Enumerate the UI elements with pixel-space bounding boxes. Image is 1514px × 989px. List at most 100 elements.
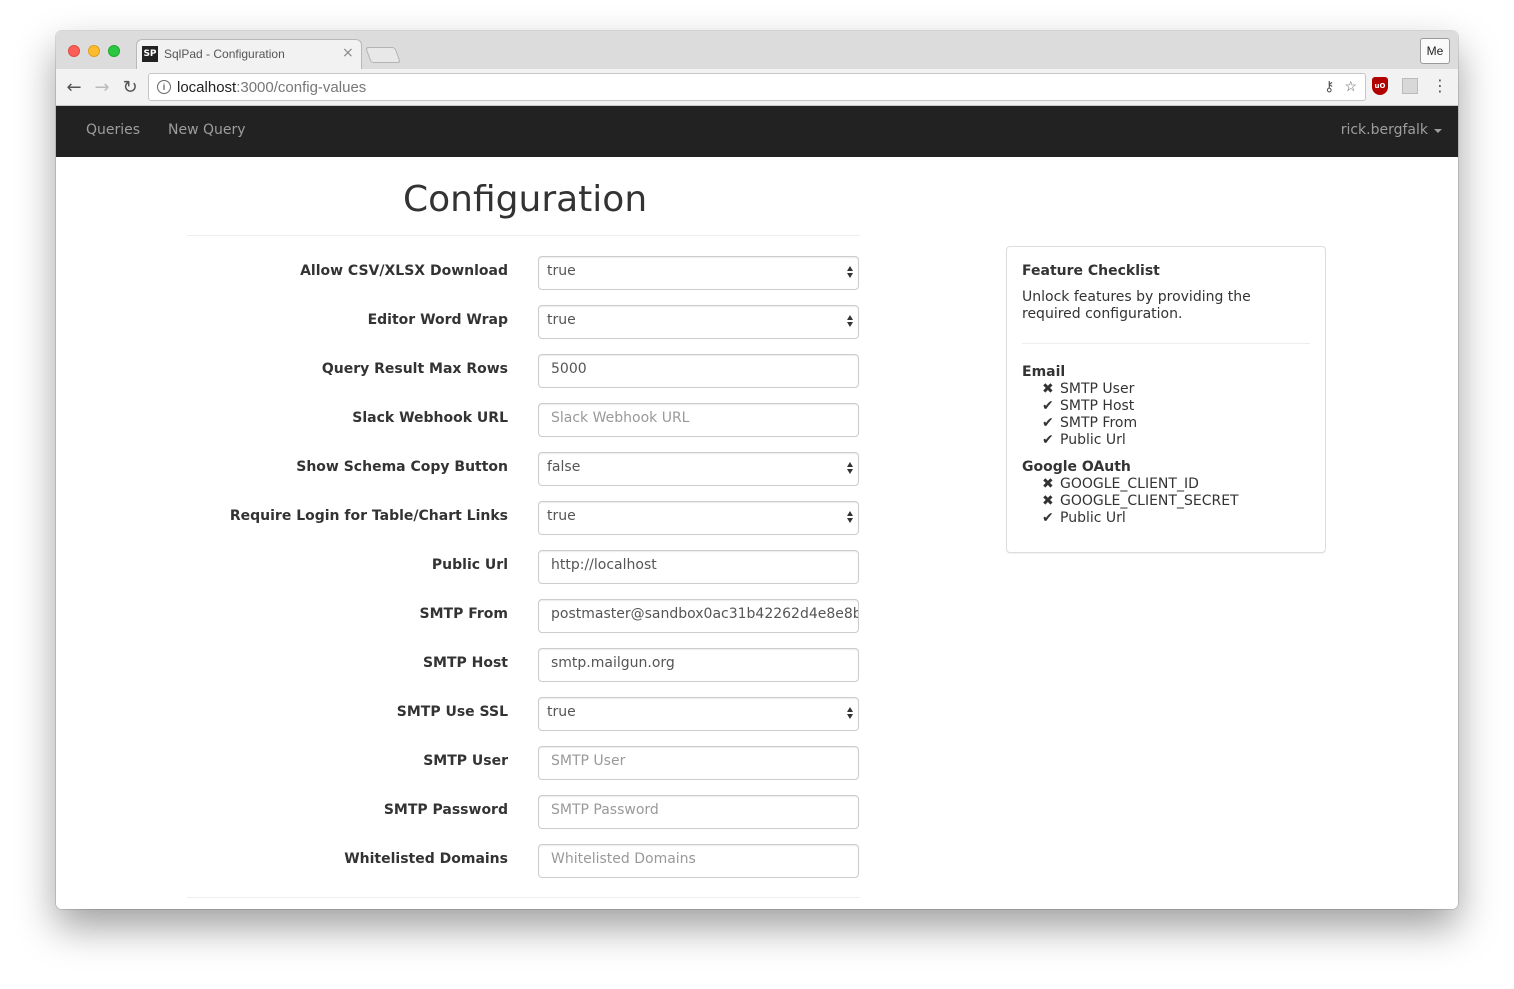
form-row: SMTP From postmaster@sandbox0ac31b42262d4… bbox=[56, 599, 876, 633]
tab-content: SP SqlPad - Configuration bbox=[142, 43, 285, 65]
form-label: SMTP Use SSL bbox=[396, 704, 508, 720]
select-arrows-icon bbox=[847, 462, 853, 474]
input-value: postmaster@sandbox0ac31b42262d4e8e8b bbox=[551, 606, 859, 622]
allow-csv-xlsx-download-select[interactable]: true bbox=[538, 256, 859, 290]
select-arrows-icon bbox=[847, 511, 853, 523]
editor-word-wrap-select[interactable]: true bbox=[538, 305, 859, 339]
form-row: SMTP Password SMTP Password bbox=[56, 795, 876, 829]
form-label: SMTP Password bbox=[383, 802, 508, 818]
user-menu[interactable]: rick.bergfalk bbox=[1341, 122, 1442, 138]
show-schema-copy-button-select[interactable]: false bbox=[538, 452, 859, 486]
smtp-use-ssl-select[interactable]: true bbox=[538, 697, 859, 731]
checkmark-icon: ✔ bbox=[1042, 432, 1054, 448]
checkmark-icon: ✔ bbox=[1042, 510, 1054, 526]
checklist-item: ✔ Public Url bbox=[1022, 510, 1310, 527]
profile-button[interactable]: Me bbox=[1420, 38, 1450, 64]
checklist-item-label: GOOGLE_CLIENT_SECRET bbox=[1060, 493, 1239, 509]
close-window-button[interactable] bbox=[68, 45, 80, 57]
form-label: Slack Webhook URL bbox=[352, 410, 508, 426]
page-title: Configuration bbox=[403, 179, 648, 220]
slack-webhook-url-input[interactable]: Slack Webhook URL bbox=[538, 403, 859, 437]
form-label: Editor Word Wrap bbox=[367, 312, 508, 328]
select-value: true bbox=[547, 704, 576, 720]
form-row: Editor Word Wrap true bbox=[56, 305, 876, 339]
checkmark-icon: ✔ bbox=[1042, 398, 1054, 414]
checklist-item: ✖ SMTP User bbox=[1022, 381, 1310, 398]
caret-down-icon bbox=[1434, 129, 1442, 133]
require-login-for-table-chart-links-select[interactable]: true bbox=[538, 501, 859, 535]
smtp-from-input[interactable]: postmaster@sandbox0ac31b42262d4e8e8b bbox=[538, 599, 859, 633]
select-arrows-icon bbox=[847, 707, 853, 719]
new-tab-button[interactable] bbox=[365, 47, 401, 63]
user-name: rick.bergfalk bbox=[1340, 122, 1428, 138]
cross-icon: ✖ bbox=[1042, 476, 1054, 492]
select-value: true bbox=[547, 508, 576, 524]
form-label: SMTP User bbox=[423, 753, 508, 769]
forward-arrow-icon[interactable]: → bbox=[91, 76, 113, 98]
extension-icons: uO ⋮ bbox=[1372, 77, 1448, 95]
input-placeholder: SMTP User bbox=[551, 753, 626, 769]
divider bbox=[187, 235, 860, 236]
form-row: SMTP Use SSL true bbox=[56, 697, 876, 731]
checklist-item: ✔ SMTP Host bbox=[1022, 398, 1310, 415]
checklist-item-label: Public Url bbox=[1060, 432, 1126, 448]
input-value: http://localhost bbox=[551, 557, 657, 573]
form-row: Require Login for Table/Chart Links true bbox=[56, 501, 876, 535]
public-url-input[interactable]: http://localhost bbox=[538, 550, 859, 584]
url-host: localhost bbox=[177, 78, 237, 96]
form-row: Allow CSV/XLSX Download true bbox=[56, 256, 876, 290]
checklist-group-title: Google OAuth bbox=[1022, 459, 1131, 475]
form-row: Whitelisted Domains Whitelisted Domains bbox=[56, 844, 876, 878]
minimize-window-button[interactable] bbox=[88, 45, 100, 57]
smtp-user-input[interactable]: SMTP User bbox=[538, 746, 859, 780]
checklist-group-title: Email bbox=[1022, 364, 1066, 380]
checkmark-icon: ✔ bbox=[1042, 415, 1054, 431]
window-controls bbox=[68, 45, 120, 57]
bookmark-star-icon[interactable]: ☆ bbox=[1344, 78, 1357, 95]
checklist-item: ✖ GOOGLE_CLIENT_ID bbox=[1022, 476, 1310, 493]
input-placeholder: Slack Webhook URL bbox=[551, 410, 690, 426]
tab-title: SqlPad - Configuration bbox=[164, 47, 285, 61]
checklist-item-label: SMTP From bbox=[1060, 415, 1138, 431]
extension-icon[interactable] bbox=[1402, 78, 1418, 94]
input-value: smtp.mailgun.org bbox=[551, 655, 675, 671]
ublock-shield-icon[interactable]: uO bbox=[1372, 77, 1388, 95]
divider bbox=[1022, 343, 1310, 344]
maximize-window-button[interactable] bbox=[108, 45, 120, 57]
checklist-title: Feature Checklist bbox=[1022, 263, 1160, 279]
checklist-item: ✔ SMTP From bbox=[1022, 415, 1310, 432]
nav-queries-link[interactable]: Queries bbox=[86, 122, 140, 138]
checklist-description: Unlock features by providing the require… bbox=[1022, 289, 1251, 322]
app-navbar: Queries New Query rick.bergfalk bbox=[56, 106, 1458, 157]
select-value: false bbox=[547, 459, 581, 475]
checklist-item-label: GOOGLE_CLIENT_ID bbox=[1060, 476, 1199, 492]
reload-icon[interactable]: ↻ bbox=[119, 76, 141, 98]
site-info-icon[interactable]: i bbox=[157, 80, 171, 94]
query-result-max-rows-input[interactable]: 5000 bbox=[538, 354, 859, 388]
key-icon[interactable]: ⚷ bbox=[1324, 78, 1334, 95]
cross-icon: ✖ bbox=[1042, 381, 1054, 397]
smtp-host-input[interactable]: smtp.mailgun.org bbox=[538, 648, 859, 682]
form-label: Whitelisted Domains bbox=[344, 851, 508, 867]
tab-close-icon[interactable]: × bbox=[342, 45, 354, 61]
form-label: Allow CSV/XLSX Download bbox=[300, 263, 508, 279]
browser-menu-icon[interactable]: ⋮ bbox=[1432, 78, 1448, 94]
form-row: Public Url http://localhost bbox=[56, 550, 876, 584]
browser-window: SP SqlPad - Configuration × Me ← → ↻ i l… bbox=[56, 31, 1458, 909]
address-bar[interactable]: i localhost:3000/config-values ⚷ ☆ bbox=[148, 73, 1366, 101]
back-arrow-icon[interactable]: ← bbox=[63, 76, 85, 98]
checklist-item-label: Public Url bbox=[1060, 510, 1126, 526]
tab-strip: SP SqlPad - Configuration × Me bbox=[56, 31, 1458, 70]
whitelisted-domains-input[interactable]: Whitelisted Domains bbox=[538, 844, 859, 878]
form-label: Show Schema Copy Button bbox=[296, 459, 508, 475]
form-label: Public Url bbox=[431, 557, 508, 573]
form-label: SMTP From bbox=[419, 606, 508, 622]
nav-new-query-link[interactable]: New Query bbox=[168, 122, 246, 138]
select-value: true bbox=[547, 263, 576, 279]
checklist-item: ✔ Public Url bbox=[1022, 432, 1310, 449]
checklist-item: ✖ GOOGLE_CLIENT_SECRET bbox=[1022, 493, 1310, 510]
main-content: Configuration Allow CSV/XLSX Download tru… bbox=[56, 157, 1458, 909]
form-row: Slack Webhook URL Slack Webhook URL bbox=[56, 403, 876, 437]
smtp-password-input[interactable]: SMTP Password bbox=[538, 795, 859, 829]
checklist-item-label: SMTP Host bbox=[1060, 398, 1135, 414]
